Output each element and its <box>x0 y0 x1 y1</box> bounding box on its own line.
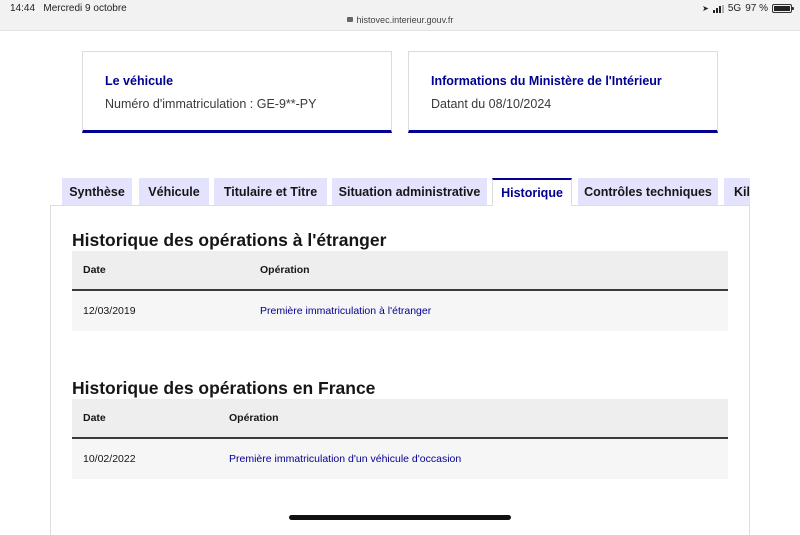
battery-percent: 97 % <box>745 3 768 14</box>
ministry-info-card: Informations du Ministère de l'Intérieur… <box>408 51 718 133</box>
signal-icon <box>712 4 724 13</box>
column-header-date: Date <box>83 412 106 424</box>
column-header-operation: Opération <box>229 412 279 424</box>
vehicle-card-title: Le véhicule <box>105 74 174 88</box>
tab-synthese[interactable]: Synthèse <box>62 178 132 205</box>
france-history-title: Historique des opérations en France <box>72 378 376 398</box>
registration-number: Numéro d'immatriculation : GE-9**-PY <box>105 97 317 111</box>
tab-titulaire[interactable]: Titulaire et Titre <box>214 178 327 205</box>
table-row: 12/03/2019 Première immatriculation à l'… <box>72 291 728 331</box>
tab-bar: Synthèse Véhicule Titulaire et Titre Sit… <box>62 178 750 206</box>
row-date: 12/03/2019 <box>83 305 136 317</box>
address-bar[interactable]: histovec.interieur.gouv.fr <box>0 15 800 25</box>
column-header-operation: Opération <box>260 264 310 276</box>
tab-vehicule[interactable]: Véhicule <box>139 178 209 205</box>
status-time-date: 14:44 Mercredi 9 octobre <box>10 3 127 14</box>
status-bar: 14:44 Mercredi 9 octobre histovec.interi… <box>0 0 800 31</box>
battery-icon <box>772 4 794 13</box>
tab-historique[interactable]: Historique <box>492 178 572 206</box>
vehicle-card: Le véhicule Numéro d'immatriculation : G… <box>82 51 392 133</box>
row-operation-link[interactable]: Première immatriculation à l'étranger <box>260 291 431 331</box>
foreign-history-header: Date Opération <box>72 251 728 291</box>
france-history-header: Date Opération <box>72 399 728 439</box>
lock-icon <box>346 17 353 23</box>
status-indicators: ➤ 5G 97 % <box>702 3 794 14</box>
data-date: Datant du 08/10/2024 <box>431 97 552 111</box>
home-indicator[interactable] <box>289 515 511 520</box>
tab-situation-administrative[interactable]: Situation administrative <box>332 178 487 205</box>
row-operation-link[interactable]: Première immatriculation d'un véhicule d… <box>229 439 461 479</box>
row-date: 10/02/2022 <box>83 453 136 465</box>
table-row: 10/02/2022 Première immatriculation d'un… <box>72 439 728 479</box>
column-header-date: Date <box>83 264 106 276</box>
network-type: 5G <box>727 3 742 14</box>
tab-controles-techniques[interactable]: Contrôles techniques <box>578 178 718 205</box>
ministry-info-title: Informations du Ministère de l'Intérieur <box>431 74 662 88</box>
address-url: histovec.interieur.gouv.fr <box>356 15 454 25</box>
status-date: Mercredi 9 octobre <box>43 3 127 14</box>
status-time: 14:44 <box>10 3 36 14</box>
tab-kilometrage[interactable]: Kilométrage <box>724 178 750 205</box>
location-icon: ➤ <box>702 4 709 13</box>
battery-fill <box>774 6 790 11</box>
foreign-history-title: Historique des opérations à l'étranger <box>72 230 387 250</box>
